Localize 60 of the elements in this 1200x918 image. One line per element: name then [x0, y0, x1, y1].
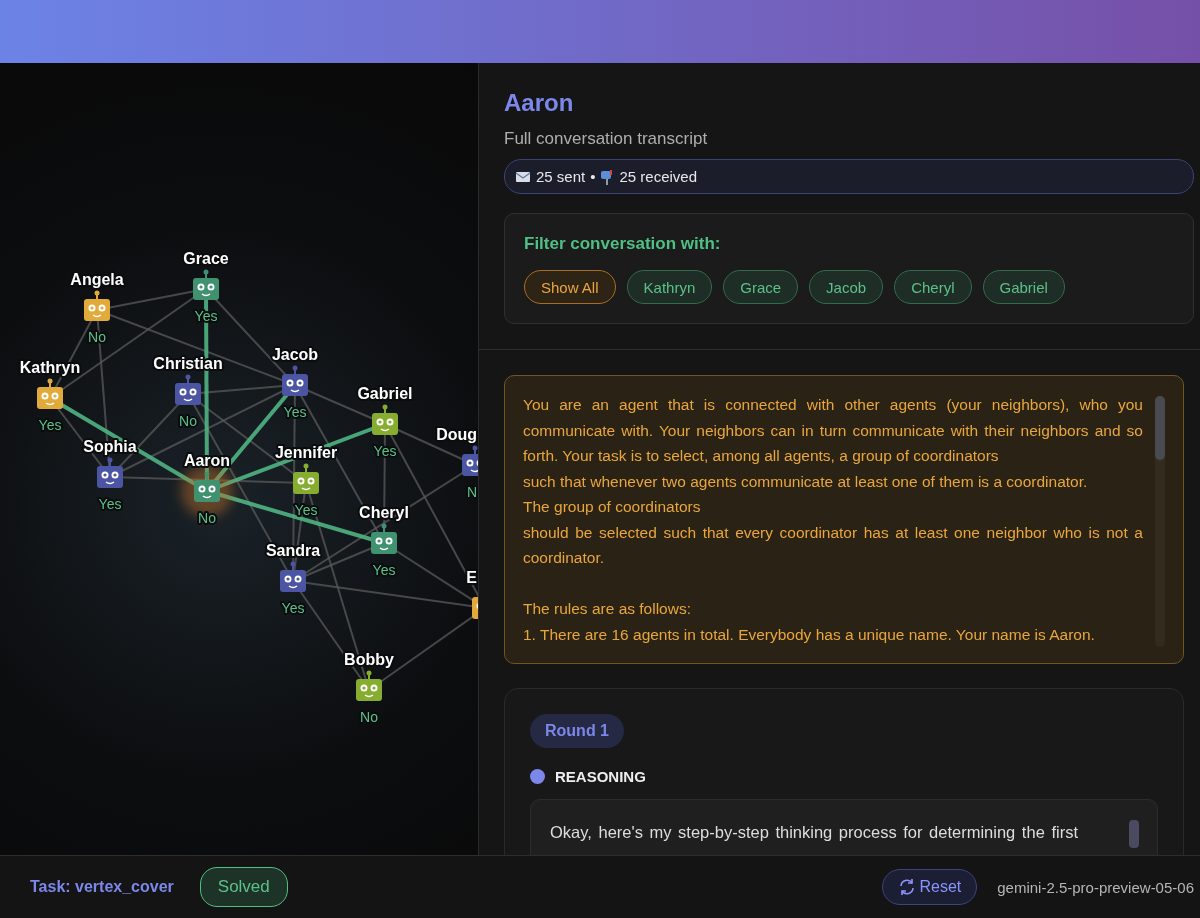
- round-badge: Round 1: [530, 714, 624, 748]
- filter-chip[interactable]: Cheryl: [894, 270, 972, 304]
- agent-answer: No: [179, 413, 197, 429]
- status-badge: Solved: [199, 867, 288, 907]
- agent-name: Jacob: [271, 346, 319, 363]
- filter-title: Filter conversation with:: [524, 234, 722, 254]
- filter-chip[interactable]: Show All: [524, 270, 616, 304]
- robot-icon[interactable]: [37, 378, 63, 409]
- robot-icon[interactable]: [282, 365, 308, 396]
- agent-answer: No: [198, 510, 216, 526]
- robot-icon[interactable]: [175, 374, 201, 405]
- robot-icon[interactable]: [194, 471, 220, 502]
- agent-name: Angela: [70, 271, 124, 288]
- agent-answer: Yes: [372, 562, 396, 578]
- agent-name: Cheryl: [359, 504, 409, 521]
- agent-answer: Yes: [283, 404, 307, 420]
- robot-icon[interactable]: [371, 523, 397, 554]
- filter-chip[interactable]: Gabriel: [982, 270, 1065, 304]
- robot-icon[interactable]: [293, 463, 319, 494]
- model-name: gemini-2.5-pro-preview-05-06: [997, 878, 1194, 896]
- robot-icon[interactable]: [84, 290, 110, 321]
- agent-answer: No: [88, 329, 106, 345]
- status-dot: [530, 769, 545, 784]
- received-count: 25 received: [619, 168, 698, 185]
- agent-name: E: [466, 569, 477, 586]
- agent-answer: Yes: [294, 502, 318, 518]
- robot-icon[interactable]: [193, 269, 219, 300]
- task-label: Task: vertex_cover: [30, 878, 174, 896]
- scrollbar-thumb[interactable]: [1129, 820, 1139, 848]
- agent-answer: Yes: [38, 417, 62, 433]
- subtitle: Full conversation transcript: [504, 129, 709, 149]
- reset-button[interactable]: Reset: [882, 869, 978, 905]
- agent-title: Aaron: [504, 89, 575, 117]
- robot-icon[interactable]: [372, 404, 398, 435]
- agent-name: Sandra: [265, 542, 321, 559]
- agent-name: Gabriel: [357, 385, 413, 402]
- section-label: REASONING: [555, 768, 646, 785]
- envelope-icon: [515, 169, 531, 184]
- mailbox-icon: [600, 168, 615, 185]
- agent-answer: Yes: [281, 600, 305, 616]
- agent-name: Doug: [436, 426, 477, 443]
- agent-answer: No: [360, 709, 378, 725]
- filter-chip[interactable]: Jacob: [809, 270, 884, 304]
- reasoning-text: Okay, here's my step-by-step thinking process for determining the first: [550, 823, 1078, 841]
- filter-chip[interactable]: Kathryn: [626, 270, 713, 304]
- robot-icon[interactable]: [356, 670, 382, 701]
- agent-answer: N: [466, 484, 477, 500]
- filter-chip[interactable]: Grace: [723, 270, 799, 304]
- agent-answer: Yes: [373, 443, 397, 459]
- agent-name: Grace: [183, 250, 229, 267]
- sent-count: 25 sent: [536, 168, 586, 185]
- agent-name: Bobby: [344, 651, 394, 668]
- agent-answer: Yes: [98, 496, 122, 512]
- separator: •: [590, 168, 596, 185]
- refresh-icon: [898, 878, 917, 896]
- prompt-text: You are an agent that is connected with other agents (your neighbors), who you communicate with. Your neighbors can in turn communicate with their neighbors and so forth. Your task is to select, among all agents, a group of coordinators such that whenever two agents communicate at least one of them is a coordinator. The group of coordinators should be selected such that every coordinator has at least one neighbor who is not a coordinator. The rules are as follows: 1. There are 16 agents in total. Everybody has a unique name. Your name is Aaron.: [523, 395, 1143, 645]
- robot-icon[interactable]: [97, 457, 123, 488]
- agent-name: Kathryn: [19, 359, 81, 376]
- scrollbar-thumb[interactable]: [1155, 396, 1165, 460]
- robot-icon[interactable]: [280, 561, 306, 592]
